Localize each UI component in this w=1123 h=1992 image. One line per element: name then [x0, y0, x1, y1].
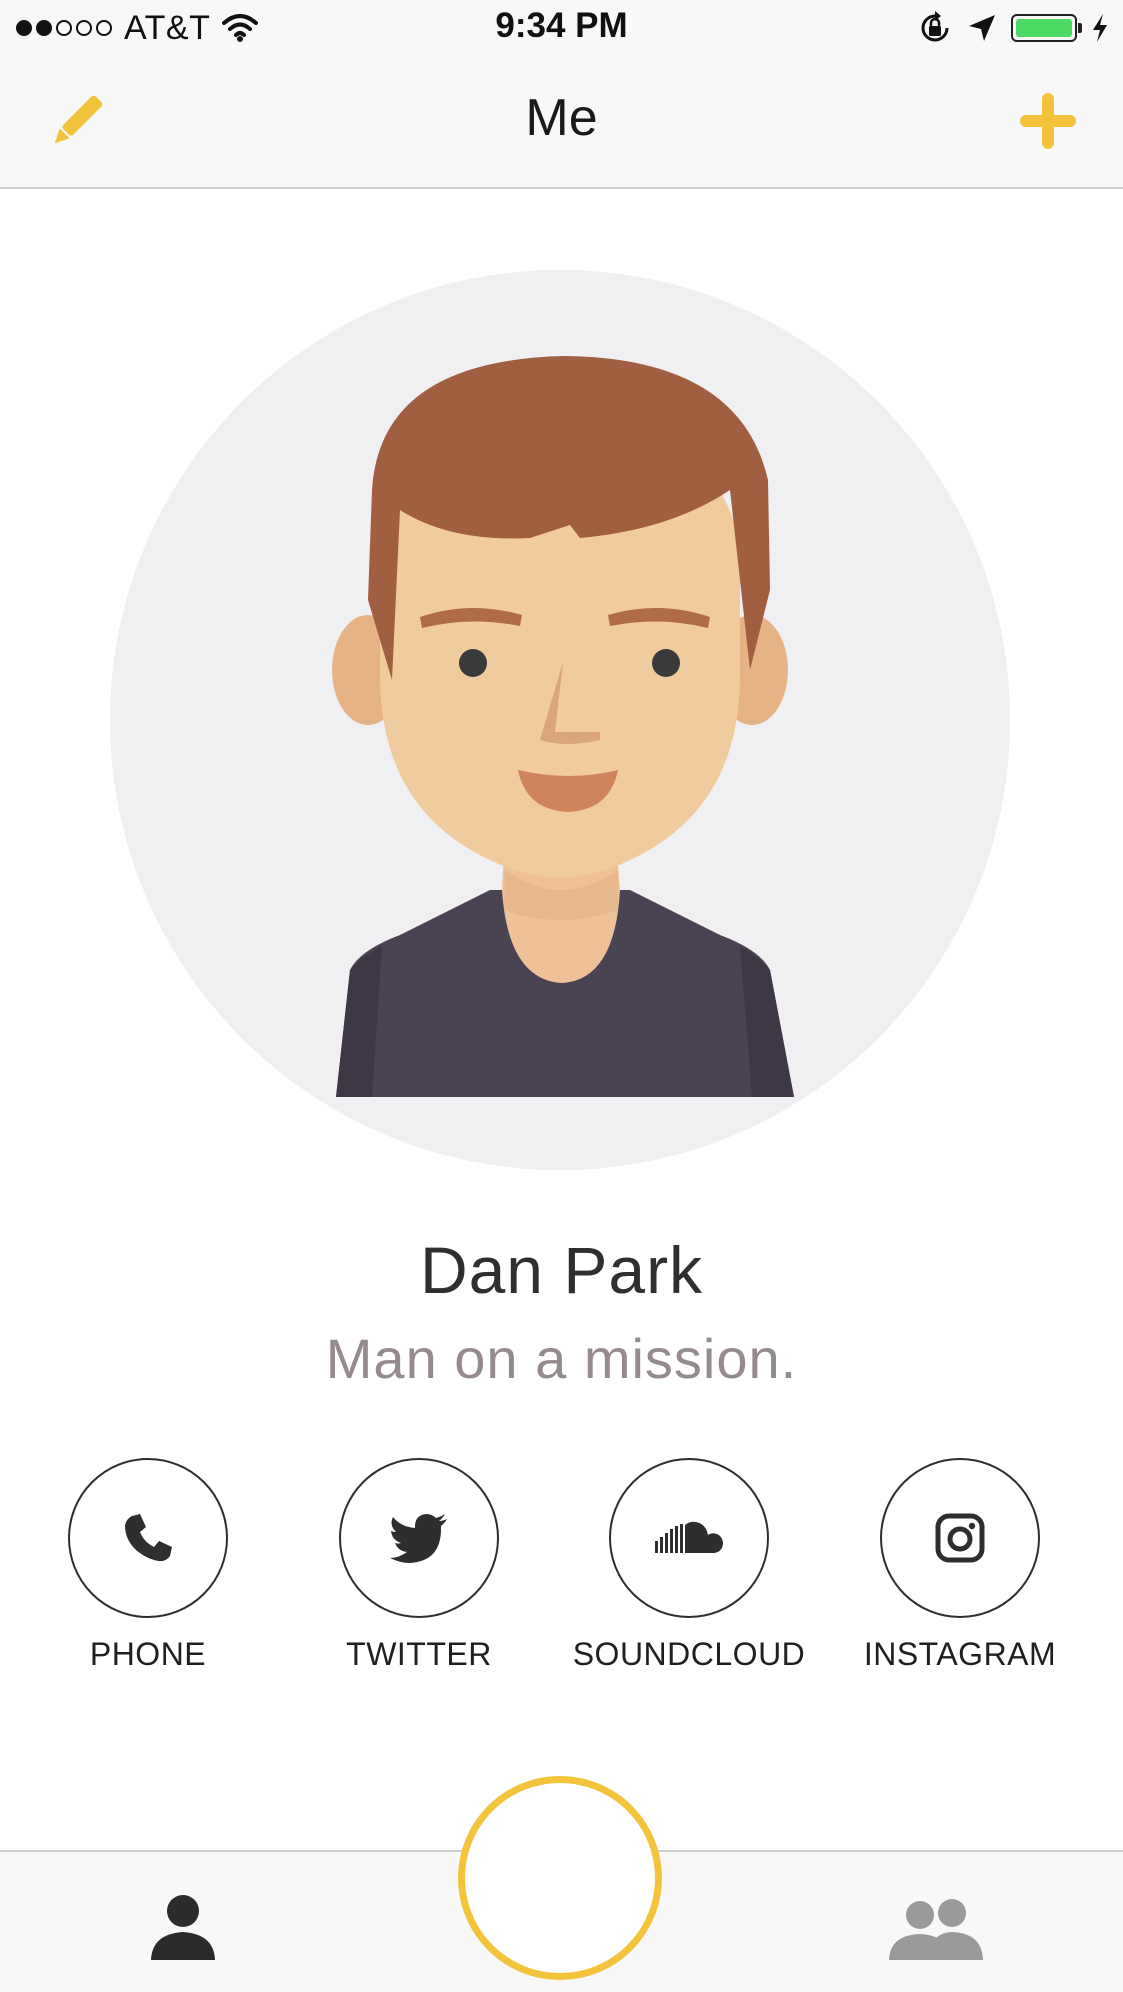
location-arrow-icon — [969, 15, 995, 41]
friends-icon — [889, 1899, 983, 1960]
capture-button[interactable] — [458, 1776, 662, 1980]
twitter-icon — [390, 1514, 447, 1563]
instagram-button[interactable] — [880, 1458, 1040, 1618]
social-link-twitter[interactable]: TWITTER — [294, 1458, 544, 1698]
soundcloud-button[interactable] — [609, 1458, 769, 1618]
phone-icon — [125, 1514, 172, 1562]
rotation-lock-icon — [921, 11, 949, 42]
twitter-button[interactable] — [339, 1458, 499, 1618]
social-label: PHONE — [89, 1636, 207, 1672]
profile-tagline: Man on a mission. — [325, 1327, 798, 1390]
status-bar: AT&T 9:34 PM — [0, 0, 1123, 56]
cartoon-man-avatar — [110, 270, 1010, 1170]
plus-icon — [1020, 93, 1076, 149]
social-label: SOUNDCLOUD — [572, 1636, 806, 1672]
social-link-phone[interactable]: PHONE — [23, 1458, 273, 1698]
soundcloud-icon — [655, 1521, 723, 1553]
charging-bolt-icon — [1093, 14, 1107, 42]
battery-icon — [1011, 14, 1082, 42]
social-link-soundcloud[interactable]: SOUNDCLOUD — [564, 1458, 814, 1698]
profile-name: Dan Park — [419, 1233, 704, 1307]
tab-friends[interactable] — [888, 1898, 984, 1960]
phone-button[interactable] — [68, 1458, 228, 1618]
tab-me[interactable] — [148, 1894, 218, 1960]
profile-avatar — [110, 270, 1010, 1170]
add-button[interactable] — [1017, 90, 1079, 152]
status-right — [917, 9, 1109, 47]
social-label: TWITTER — [346, 1636, 492, 1672]
social-links: PHONE TWITTER SOUNDCLOUD INSTAGRAM — [0, 1458, 1123, 1698]
page-title: Me — [525, 89, 598, 147]
navigation-bar: Me — [0, 56, 1123, 189]
social-label: INSTAGRAM — [863, 1636, 1057, 1672]
person-icon — [151, 1895, 215, 1960]
social-link-instagram[interactable]: INSTAGRAM — [835, 1458, 1085, 1698]
instagram-icon — [935, 1513, 985, 1563]
